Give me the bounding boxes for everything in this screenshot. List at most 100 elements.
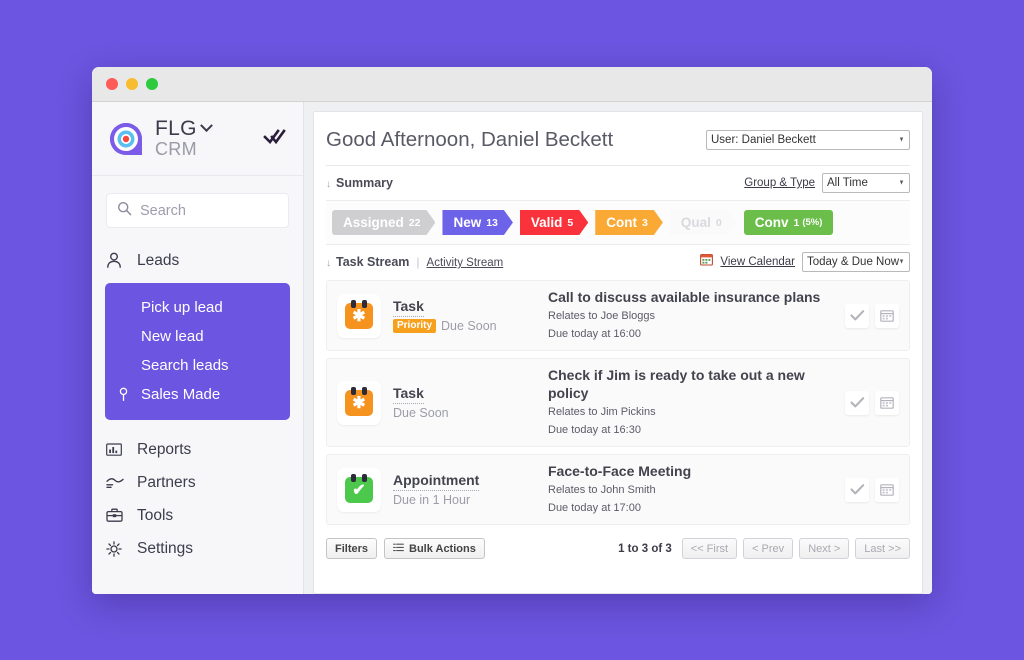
sidebar-item-pick-up-lead[interactable]: Pick up lead	[105, 293, 290, 322]
funnel-stage-cont[interactable]: Cont 3	[595, 210, 663, 235]
sidebar-item-leads[interactable]: Leads	[92, 244, 303, 277]
double-check-icon[interactable]	[263, 126, 287, 151]
pagination-first-button[interactable]: << First	[681, 538, 738, 560]
complete-check-icon[interactable]	[845, 303, 869, 328]
sidebar-item-label: Reports	[137, 440, 192, 458]
complete-check-icon[interactable]	[845, 477, 869, 502]
primary-nav: Leads Pick up lead New lead Search leads	[92, 234, 303, 565]
search-section	[92, 176, 303, 234]
task-type-label: Appointment	[393, 472, 480, 491]
sidebar-subitem-label: Search leads	[141, 357, 229, 374]
sidebar-item-new-lead[interactable]: New lead	[105, 322, 290, 351]
table-row[interactable]: ✔ Appointment Due in 1 Hour Face-to-Face…	[326, 454, 910, 526]
funnel-stage-count: 5	[567, 216, 574, 229]
bulk-actions-label: Bulk Actions	[409, 542, 476, 555]
table-row[interactable]: ✱ Task Priority Due Soon Call to discuss…	[326, 280, 910, 352]
close-window-button[interactable]	[106, 78, 118, 90]
calendar-icon[interactable]	[875, 390, 899, 415]
chevron-down-icon[interactable]	[199, 119, 213, 133]
bar-chart-icon	[106, 442, 126, 457]
funnel-stage-count: 13	[486, 216, 498, 229]
caret-down-icon[interactable]: ↓	[326, 179, 331, 190]
status-badge: Priority	[393, 318, 437, 333]
task-star-icon: ✱	[345, 299, 373, 329]
task-glyph: ✱	[352, 308, 366, 326]
group-and-type-link[interactable]: Group & Type	[744, 177, 815, 189]
task-filter-select[interactable]: Today & Due Now	[802, 252, 910, 272]
sidebar-item-search-leads[interactable]: Search leads	[105, 351, 290, 380]
time-range-select[interactable]: All Time	[822, 173, 910, 193]
pagination-prev-button[interactable]: < Prev	[743, 538, 794, 560]
sidebar-item-label: Leads	[137, 251, 180, 269]
funnel-stage-label: Qual	[680, 215, 711, 230]
dashboard-card: Good Afternoon, Daniel Beckett User: Dan…	[313, 111, 923, 594]
sidebar-item-settings[interactable]: Settings	[92, 532, 303, 565]
pagination-next-button[interactable]: Next >	[799, 538, 850, 560]
table-row[interactable]: ✱ Task Due Soon Check if Jim is ready to…	[326, 358, 910, 448]
funnel-stage-new[interactable]: New 13	[442, 210, 512, 235]
search-input[interactable]	[140, 202, 278, 219]
sidebar: FLG CRM Search Leads Pick up lead New le…	[92, 102, 304, 594]
minimize-window-button[interactable]	[126, 78, 138, 90]
calendar-icon[interactable]	[875, 477, 899, 502]
sidebar-item-reports[interactable]: Reports	[92, 433, 303, 466]
pin-icon	[115, 387, 131, 402]
task-type-label: Task	[393, 385, 424, 404]
funnel-stage-assigned[interactable]: Assigned 22	[332, 210, 435, 235]
activity-stream-link[interactable]: Activity Stream	[427, 257, 504, 269]
brand-name-row: FLG	[155, 116, 259, 140]
caret-down-icon[interactable]: ↓	[326, 258, 331, 269]
task-icon-box: ✱	[337, 380, 381, 425]
summary-band: Assigned 22 New 13 Valid 5 Cont 3 Qual 0…	[326, 200, 910, 245]
task-stream-header: ↓ Task Stream | Activity Stream View Cal…	[326, 245, 910, 279]
user-select-shell: User: Daniel Beckett	[706, 130, 910, 150]
task-due-label: Due Soon	[441, 318, 497, 333]
sidebar-item-sales-made[interactable]: Sales Made	[105, 380, 290, 409]
pagination-count: 1 to 3 of 3	[618, 542, 672, 555]
sidebar-subitem-label: New lead	[141, 328, 204, 345]
view-calendar-link[interactable]: View Calendar	[720, 256, 795, 268]
task-stream-header-left: ↓ Task Stream | Activity Stream	[326, 255, 503, 269]
task-stream-title: Task Stream	[336, 255, 410, 269]
bulk-actions-button[interactable]: Bulk Actions	[384, 538, 485, 560]
list-icon	[393, 543, 404, 555]
brand-text[interactable]: FLG CRM	[155, 116, 259, 159]
calendar-icon[interactable]	[875, 303, 899, 328]
toolbox-icon	[106, 508, 126, 523]
range-select-shell: All Time	[822, 173, 910, 193]
task-relates-to: Relates to John Smith	[548, 484, 656, 497]
zoom-window-button[interactable]	[146, 78, 158, 90]
complete-check-icon[interactable]	[845, 390, 869, 415]
window-body: FLG CRM Search Leads Pick up lead New le…	[92, 102, 932, 594]
task-relates-to: Relates to Jim Pickins	[548, 405, 656, 418]
pagination-last-button[interactable]: Last >>	[855, 538, 910, 560]
task-due-time: Due today at 16:30	[548, 423, 641, 436]
funnel-stage-qual[interactable]: Qual 0	[670, 210, 737, 235]
summary-header-left: ↓ Summary	[326, 176, 393, 190]
search-box[interactable]	[106, 193, 289, 228]
task-detail-cell: Call to discuss available insurance plan…	[548, 289, 845, 342]
task-detail-cell: Check if Jim is ready to take out a new …	[548, 367, 845, 438]
funnel-stage-label: Conv	[754, 215, 789, 230]
appointment-check-icon: ✔	[345, 473, 373, 503]
flg-target-pin-logo	[106, 119, 146, 159]
task-type-label: Task	[393, 298, 424, 317]
sidebar-subitem-label: Sales Made	[141, 386, 221, 403]
brand-name: FLG	[155, 116, 197, 140]
funnel-stage-valid[interactable]: Valid 5	[520, 210, 588, 235]
funnel-stage-label: Assigned	[343, 215, 404, 230]
footer-buttons: Filters Bulk Actions	[326, 538, 485, 560]
pipeline-funnel: Assigned 22 New 13 Valid 5 Cont 3 Qual 0…	[332, 210, 904, 235]
sidebar-item-partners[interactable]: Partners	[92, 466, 303, 499]
funnel-stage-conv[interactable]: Conv 1 (5%)	[743, 210, 834, 235]
pagination: 1 to 3 of 3 << First < Prev Next > Last …	[618, 538, 910, 560]
task-stream-header-right: View Calendar Today & Due Now	[700, 252, 910, 272]
sidebar-item-tools[interactable]: Tools	[92, 499, 303, 532]
task-due-time: Due today at 17:00	[548, 501, 641, 514]
calendar-icon	[700, 253, 714, 271]
person-icon	[106, 252, 126, 269]
task-filter-select-shell: Today & Due Now	[802, 252, 910, 272]
user-select[interactable]: User: Daniel Beckett	[706, 130, 910, 150]
filters-button[interactable]: Filters	[326, 538, 378, 560]
divider: |	[416, 255, 420, 269]
